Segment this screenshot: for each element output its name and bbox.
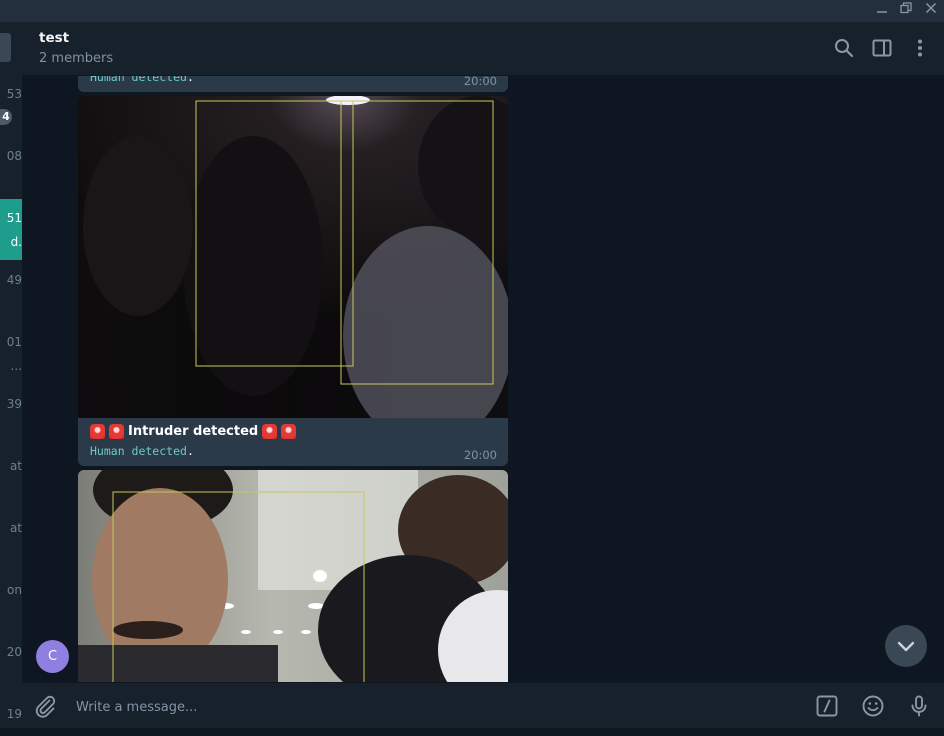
chat-list-item-active[interactable] (0, 199, 22, 260)
sidebar-toggle-icon[interactable] (871, 37, 893, 59)
message-bubble[interactable] (78, 470, 508, 682)
chat-list-item-time[interactable]: 19 (0, 707, 22, 721)
close-icon[interactable] (921, 2, 941, 20)
message-composer (22, 682, 944, 729)
message-code-text: Human detected. (90, 76, 194, 84)
chat-list-item-time[interactable]: at (0, 459, 22, 473)
chat-list-item-time[interactable]: at (0, 521, 22, 535)
microphone-icon[interactable] (907, 694, 931, 718)
chat-list-item-preview[interactable]: ... (0, 359, 22, 373)
siren-icon (109, 424, 124, 439)
chat-list-item-time[interactable]: 49 (0, 273, 22, 287)
taskbar-fragment (0, 728, 944, 736)
chat-member-count[interactable]: 2 members (39, 51, 113, 66)
restore-icon[interactable] (896, 2, 916, 20)
bot-command-icon[interactable] (815, 694, 839, 718)
chat-header: test 2 members (22, 22, 944, 76)
chat-list-item-time[interactable]: 08 (0, 149, 22, 163)
intruder-photo[interactable] (78, 470, 508, 682)
search-icon[interactable] (833, 37, 855, 59)
chat-list-item-time[interactable]: 51 (0, 211, 22, 225)
message-code-text: Human detected. (90, 444, 194, 458)
avatar[interactable]: C (36, 640, 69, 673)
emoji-icon[interactable] (861, 694, 885, 718)
more-vert-icon[interactable] (909, 37, 931, 59)
chat-list-item-time[interactable]: 01 (0, 335, 22, 349)
chat-list-search-fragment[interactable] (0, 33, 11, 62)
chat-list-item-preview[interactable]: d. (0, 235, 22, 249)
chat-title[interactable]: test (39, 30, 69, 46)
chat-list-item-time[interactable]: 39 (0, 397, 22, 411)
chat-list-item-time[interactable]: on (0, 583, 22, 597)
chevron-down-icon (897, 641, 915, 652)
chat-list-item-time[interactable]: 20 (0, 645, 22, 659)
message-time: 20:00 (463, 76, 497, 88)
chat-list-item-time[interactable]: 53 (0, 87, 22, 101)
siren-icon (262, 424, 278, 439)
minimize-icon[interactable] (872, 2, 892, 20)
window-titlebar (0, 0, 944, 22)
siren-icon (281, 424, 297, 439)
message-caption-title: Intruder detected (90, 424, 297, 439)
chat-list-partial: 53 4 08 51 d. 49 01 ... 39 at at on 20 1… (0, 22, 22, 736)
attach-icon[interactable] (33, 694, 57, 718)
siren-icon (90, 424, 105, 439)
unread-badge: 4 (0, 109, 12, 125)
message-time: 20:00 (463, 448, 497, 462)
message-list[interactable]: Human detected. 20:00 Intruder detected … (22, 76, 944, 682)
message-bubble[interactable]: Human detected. 20:00 (78, 76, 508, 92)
scroll-down-button[interactable] (885, 625, 927, 667)
message-bubble[interactable]: Intruder detected Human detected. 20:00 (78, 96, 508, 466)
message-input[interactable] (74, 695, 678, 719)
intruder-photo[interactable] (78, 96, 508, 418)
